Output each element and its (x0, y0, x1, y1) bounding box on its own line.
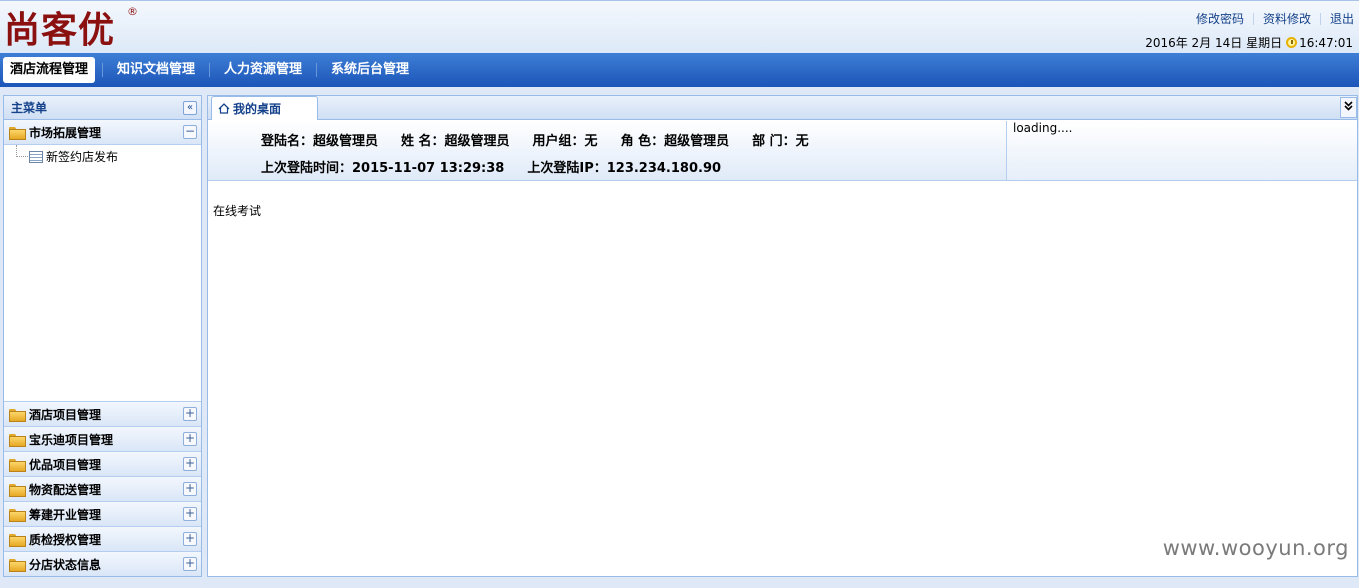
folder-icon (9, 126, 26, 140)
expand-panel-button[interactable]: + (183, 532, 197, 546)
login-history-row: 上次登陆时间：2015-11-07 13:29:38 上次登陆IP：123.23… (261, 157, 744, 176)
nav-hr[interactable]: 人力资源管理 (217, 57, 309, 83)
online-exam-text: 在线考试 (213, 204, 262, 218)
tab-menu-button[interactable] (1340, 97, 1357, 118)
tree-item-label: 新签约店发布 (46, 150, 119, 164)
link-divider (1319, 12, 1321, 25)
sidebar-title: 主菜单 (11, 101, 48, 115)
folder-icon (9, 558, 26, 572)
panel-label: 酒店项目管理 (29, 407, 102, 422)
folder-icon (9, 508, 26, 522)
sidebar: 主菜单 « 市场拓展管理 − 新签约店发布 酒店项目管理 + 宝乐迪项目管理 +… (3, 95, 202, 577)
panel-market-expansion[interactable]: 市场拓展管理 − (4, 120, 201, 145)
panel-label: 筹建开业管理 (29, 507, 102, 522)
loading-text: loading.... (1013, 121, 1073, 135)
expand-panel-button[interactable]: + (183, 482, 197, 496)
expand-panel-button[interactable]: + (183, 457, 197, 471)
expand-panel-button[interactable]: + (183, 557, 197, 571)
folder-icon (9, 483, 26, 497)
logout-link[interactable]: 退出 (1330, 10, 1354, 27)
user-info-row: 登陆名：超级管理员 姓 名：超级管理员 用户组：无 角 色：超级管理员 部 门：… (261, 130, 832, 149)
current-date: 2016年 2月 14日 星期日 (1145, 36, 1283, 50)
tab-label: 我的桌面 (233, 102, 282, 116)
expand-panel-button[interactable]: + (183, 432, 197, 446)
registered-mark: ® (127, 5, 138, 18)
expand-panel-button[interactable]: + (183, 407, 197, 421)
login-name: 登陆名：超级管理员 (261, 134, 379, 149)
collapse-sidebar-button[interactable]: « (183, 100, 197, 115)
panel-body: 新签约店发布 (4, 145, 201, 401)
current-time: 16:47:01 (1299, 35, 1353, 50)
watermark: www.wooyun.org (1162, 536, 1349, 560)
tree-connector (16, 145, 28, 157)
panel-label: 分店状态信息 (29, 557, 102, 572)
edit-profile-link[interactable]: 资料修改 (1263, 10, 1311, 27)
clock-icon (1286, 37, 1298, 48)
panel-label: 宝乐迪项目管理 (29, 432, 114, 447)
user-group: 用户组：无 (532, 134, 598, 149)
nav-hotel-process[interactable]: 酒店流程管理 (3, 57, 96, 83)
list-icon (29, 150, 43, 163)
panel-label: 物资配送管理 (29, 482, 102, 497)
panel-label: 优品项目管理 (29, 457, 102, 472)
folder-icon (9, 458, 26, 472)
collapse-panel-button[interactable]: − (183, 125, 197, 139)
home-icon (218, 103, 230, 114)
nav-knowledge-docs[interactable]: 知识文档管理 (110, 57, 202, 83)
top-nav: 酒店流程管理 知识文档管理 人力资源管理 系统后台管理 (0, 53, 1359, 87)
last-login-ip: 上次登陆IP：123.234.180.90 (527, 161, 722, 176)
panel-baoledi-projects[interactable]: 宝乐迪项目管理 + (4, 426, 201, 451)
main-panel: 我的桌面 登陆名：超级管理员 姓 名：超级管理员 用户组：无 角 色：超级管理员… (207, 95, 1358, 577)
folder-icon (9, 408, 26, 422)
folder-icon (9, 433, 26, 447)
panel-quality-auth[interactable]: 质检授权管理 + (4, 526, 201, 551)
change-password-link[interactable]: 修改密码 (1196, 10, 1244, 27)
collapsed-panels: 酒店项目管理 + 宝乐迪项目管理 + 优品项目管理 + 物资配送管理 + 筹建开… (4, 401, 201, 576)
panel-supply-delivery[interactable]: 物资配送管理 + (4, 476, 201, 501)
tab-strip: 我的桌面 (208, 96, 1357, 120)
folder-icon (9, 533, 26, 547)
sidebar-header: 主菜单 « (4, 96, 201, 120)
user-role: 角 色：超级管理员 (620, 134, 730, 149)
expand-panel-button[interactable]: + (183, 507, 197, 521)
user-info-bar: 登陆名：超级管理员 姓 名：超级管理员 用户组：无 角 色：超级管理员 部 门：… (208, 121, 1007, 181)
double-chevron-down-icon (1344, 101, 1353, 111)
nav-divider (102, 63, 104, 77)
user-name: 姓 名：超级管理员 (401, 134, 510, 149)
nav-divider (209, 63, 211, 77)
nav-system-admin[interactable]: 系统后台管理 (324, 57, 416, 83)
link-divider (1252, 12, 1254, 25)
nav-divider (316, 63, 318, 77)
panel-label: 市场拓展管理 (29, 125, 102, 140)
panel-branch-status[interactable]: 分店状态信息 + (4, 551, 201, 576)
panel-youpin-projects[interactable]: 优品项目管理 + (4, 451, 201, 476)
tab-my-desktop[interactable]: 我的桌面 (211, 96, 318, 120)
datetime: 2016年 2月 14日 星期日 16:47:01 (1145, 34, 1353, 51)
header-links: 修改密码 资料修改 退出 (1196, 10, 1354, 27)
app-header: 尚客优 ® 修改密码 资料修改 退出 2016年 2月 14日 星期日 16:4… (0, 0, 1359, 53)
loading-panel: loading.... (1007, 121, 1357, 181)
panel-opening-prep[interactable]: 筹建开业管理 + (4, 501, 201, 526)
logo: 尚客优 (4, 9, 116, 51)
panel-hotel-projects[interactable]: 酒店项目管理 + (4, 401, 201, 426)
user-department: 部 门：无 (752, 134, 809, 149)
tree-item-new-store[interactable]: 新签约店发布 (29, 148, 118, 165)
last-login-time: 上次登陆时间：2015-11-07 13:29:38 (261, 161, 505, 176)
panel-label: 质检授权管理 (29, 532, 102, 547)
